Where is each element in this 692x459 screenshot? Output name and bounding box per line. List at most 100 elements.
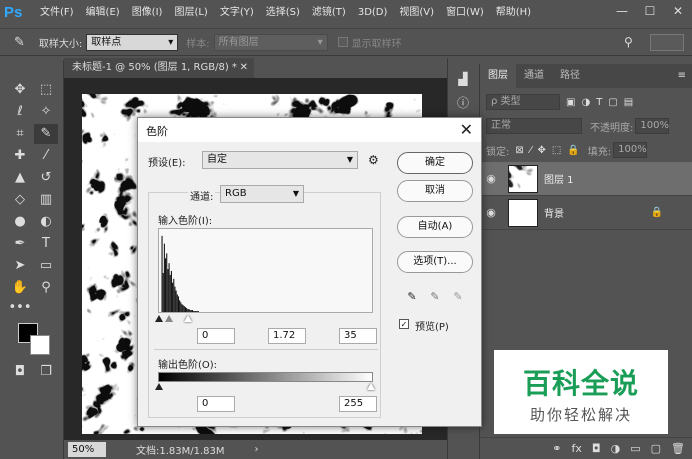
- blend-mode-select[interactable]: 正常: [486, 118, 582, 134]
- pen-tool-icon[interactable]: ✒: [8, 234, 32, 254]
- menu-item-edit[interactable]: 编辑(E): [80, 0, 126, 26]
- maximize-button[interactable]: ☐: [636, 0, 664, 22]
- lock-pixels-icon[interactable]: ⁄: [530, 145, 532, 156]
- adjustment-layer-icon[interactable]: ◑: [611, 442, 621, 455]
- filter-smart-icon[interactable]: ▤: [624, 97, 633, 108]
- status-menu-arrow[interactable]: ›: [255, 444, 259, 455]
- minimize-button[interactable]: —: [608, 0, 636, 22]
- document-tab[interactable]: 未标题-1 @ 50% (图层 1, RGB/8) * ✕: [64, 58, 254, 78]
- menu-item-type[interactable]: 文字(Y): [214, 0, 260, 26]
- history-brush-icon[interactable]: ↺: [34, 168, 58, 188]
- search-icon[interactable]: ⚲: [624, 35, 633, 49]
- menu-item-help[interactable]: 帮助(H): [490, 0, 537, 26]
- input-black-field[interactable]: 0: [197, 328, 235, 344]
- input-black-slider[interactable]: [155, 315, 163, 322]
- tab-layers[interactable]: 图层: [480, 64, 516, 88]
- info-panel-icon[interactable]: ⓘ: [454, 94, 472, 110]
- magic-wand-tool-icon[interactable]: ✧: [34, 102, 58, 122]
- eyedropper-icon[interactable]: ✎: [34, 124, 58, 144]
- visibility-eye-icon[interactable]: ◉: [480, 206, 502, 219]
- output-black-field[interactable]: 0: [197, 396, 235, 412]
- menu-item-window[interactable]: 窗口(W): [440, 0, 490, 26]
- channel-select[interactable]: RGB ▼: [220, 185, 304, 203]
- sample-select[interactable]: 所有图层 ▾: [213, 33, 328, 51]
- gradient-tool-icon[interactable]: ▥: [34, 190, 58, 210]
- layer-style-icon[interactable]: fx: [572, 442, 582, 455]
- lock-all-icon[interactable]: 🔒: [567, 145, 579, 156]
- output-white-field[interactable]: 255: [339, 396, 377, 412]
- marquee-tool-icon[interactable]: ⬚: [34, 80, 58, 100]
- visibility-eye-icon[interactable]: ◉: [480, 172, 502, 185]
- menu-item-select[interactable]: 选择(S): [260, 0, 306, 26]
- shape-tool-icon[interactable]: ▭: [34, 256, 58, 276]
- link-layers-icon[interactable]: ⚭: [552, 442, 561, 455]
- close-icon[interactable]: ✕: [240, 58, 248, 78]
- close-icon[interactable]: ✕: [460, 120, 473, 139]
- output-white-slider[interactable]: [367, 383, 375, 390]
- cancel-button[interactable]: 取消: [397, 180, 473, 202]
- new-group-icon[interactable]: ▭: [630, 442, 640, 455]
- input-white-field[interactable]: 35: [339, 328, 377, 344]
- auto-button[interactable]: 自动(A): [397, 216, 473, 238]
- menu-item-layer[interactable]: 图层(L): [168, 0, 213, 26]
- zoom-tool-icon[interactable]: ⚲: [34, 278, 58, 298]
- menu-item-file[interactable]: 文件(F): [34, 0, 80, 26]
- more-tools-icon[interactable]: •••: [8, 298, 32, 318]
- options-button[interactable]: 选项(T)...: [397, 251, 473, 273]
- hand-tool-icon[interactable]: ✋: [8, 278, 32, 298]
- filter-adjust-icon[interactable]: ◑: [581, 97, 590, 108]
- blur-tool-icon[interactable]: ●: [8, 212, 32, 232]
- histogram-panel-icon[interactable]: ▟: [454, 72, 472, 88]
- gray-eyedropper-icon[interactable]: ✎: [428, 290, 442, 304]
- healing-brush-icon[interactable]: ✚: [8, 146, 32, 166]
- black-eyedropper-icon[interactable]: ✎: [405, 290, 419, 304]
- lasso-tool-icon[interactable]: ℓ: [8, 102, 32, 122]
- lock-artboard-icon[interactable]: ⬚: [552, 145, 561, 156]
- input-white-slider[interactable]: [184, 315, 192, 322]
- layer-filter-select[interactable]: ρ 类型: [486, 94, 560, 110]
- menu-item-view[interactable]: 视图(V): [393, 0, 440, 26]
- move-tool-icon[interactable]: ✥: [8, 80, 32, 100]
- sample-size-select[interactable]: 取样点 ▾: [86, 33, 179, 51]
- layer-row-layer-1[interactable]: ◉ 图层 1: [480, 162, 692, 196]
- output-black-slider[interactable]: [155, 383, 163, 390]
- panel-menu-icon[interactable]: ≡: [678, 70, 686, 81]
- lock-transparent-icon[interactable]: ⊠: [515, 145, 523, 156]
- input-gamma-slider[interactable]: [165, 315, 173, 322]
- dialog-titlebar[interactable]: 色阶 ✕: [138, 118, 481, 142]
- opacity-field[interactable]: 100%: [635, 118, 670, 134]
- ok-button[interactable]: 确定: [397, 152, 473, 174]
- dodge-tool-icon[interactable]: ◐: [34, 212, 58, 232]
- menu-item-image[interactable]: 图像(I): [126, 0, 169, 26]
- screen-mode-icon[interactable]: ❐: [34, 362, 58, 382]
- menu-item-3d[interactable]: 3D(D): [352, 0, 394, 26]
- filter-type-icon[interactable]: T: [596, 97, 602, 108]
- preset-select[interactable]: 自定 ▼: [202, 151, 358, 169]
- eraser-tool-icon[interactable]: ◇: [8, 190, 32, 210]
- new-layer-icon[interactable]: ▢: [651, 442, 661, 455]
- lock-position-icon[interactable]: ✥: [537, 145, 545, 156]
- white-eyedropper-icon[interactable]: ✎: [451, 290, 465, 304]
- tab-paths[interactable]: 路径: [552, 64, 588, 88]
- tab-channels[interactable]: 通道: [516, 64, 552, 88]
- add-mask-icon[interactable]: ◘: [592, 442, 601, 455]
- zoom-level[interactable]: 50%: [68, 442, 106, 457]
- crop-tool-icon[interactable]: ⌗: [8, 124, 32, 144]
- quick-mask-icon[interactable]: ◘: [8, 362, 32, 382]
- close-window-button[interactable]: ✕: [664, 0, 692, 22]
- type-tool-icon[interactable]: T: [34, 234, 58, 254]
- layer-row-background[interactable]: ◉ 背景 🔒: [480, 196, 692, 230]
- menu-item-filter[interactable]: 滤镜(T): [306, 0, 352, 26]
- input-gamma-field[interactable]: 1.72: [268, 328, 306, 344]
- show-ring-checkbox[interactable]: [337, 37, 348, 47]
- preset-gear-icon[interactable]: ⚙: [368, 153, 379, 167]
- path-select-icon[interactable]: ➤: [8, 256, 32, 276]
- workspace-select[interactable]: [650, 33, 684, 51]
- filter-pixel-icon[interactable]: ▣: [566, 97, 575, 108]
- background-color-swatch[interactable]: [30, 335, 50, 355]
- filter-shape-icon[interactable]: ▢: [608, 97, 617, 108]
- brush-tool-icon[interactable]: ⁄: [34, 146, 58, 166]
- trash-icon[interactable]: 🗑: [671, 442, 685, 455]
- eyedropper-tool-icon[interactable]: ✎: [14, 35, 25, 50]
- preview-checkbox[interactable]: ✓: [399, 319, 409, 329]
